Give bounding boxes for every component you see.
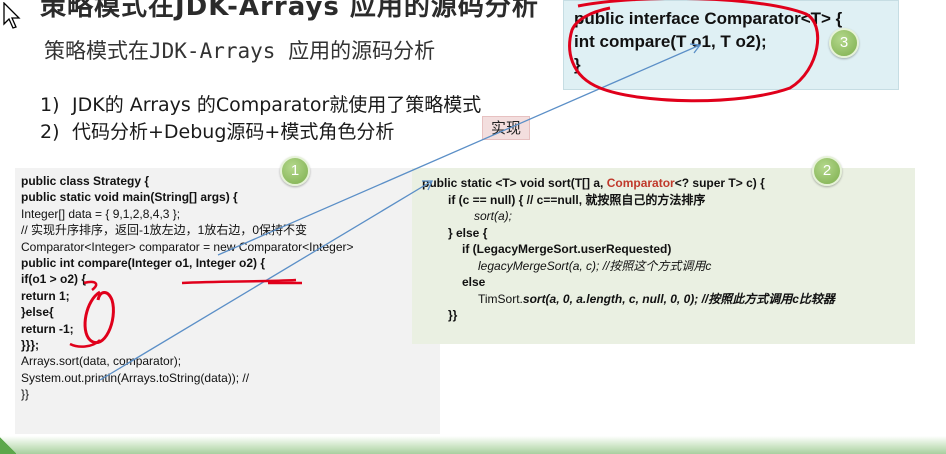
code-line: }} xyxy=(448,308,458,322)
code-line: legacyMergeSort(a, c); //按照这个方式调用c xyxy=(422,258,905,275)
slide-footer-strip xyxy=(0,436,946,454)
code-line: public class Strategy { xyxy=(21,174,150,188)
bullet-number: 2) xyxy=(40,121,60,143)
comparator-keyword: Comparator xyxy=(606,176,675,190)
bullet-item: 1) JDK的 Arrays 的Comparator就使用了策略模式 xyxy=(40,92,481,119)
code-fragment: legacyMergeSort(a, c); //按照这个方式调用c xyxy=(478,258,712,273)
code-line: } else { xyxy=(448,225,488,240)
code-line: Comparator<Integer> comparator = new Com… xyxy=(21,239,354,254)
bullet-list: 1) JDK的 Arrays 的Comparator就使用了策略模式 2) 代码分析… xyxy=(40,92,481,146)
code-line: TimSort.sort(a, 0, a.length, c, null, 0,… xyxy=(422,291,905,308)
code-line: public interface Comparator<T> { xyxy=(574,9,843,28)
cropped-slide-title: 策略模式在JDK-Arrays 应用的源码分析 xyxy=(40,0,539,22)
arrays-sort-code-panel: public static <T> void sort(T[] a, Compa… xyxy=(412,168,915,344)
code-line: return 1; xyxy=(21,288,70,303)
code-fragment: TimSort. xyxy=(478,291,523,306)
mouse-cursor-icon xyxy=(3,2,21,29)
bullet-number: 1) xyxy=(40,94,60,116)
code-line: System.out.println(Arrays.toString(data)… xyxy=(21,370,250,385)
implements-label: 实现 xyxy=(482,116,530,140)
code-line: return -1; xyxy=(21,321,74,336)
step-badge-2: 2 xyxy=(812,156,842,186)
code-fragment: sort(a); xyxy=(474,209,513,223)
bullet-text: 代码分析+Debug源码+模式角色分析 xyxy=(72,121,395,143)
code-line: if(o1 > o2) { xyxy=(21,272,87,287)
code-line: if (c == null) { // c==null, 就按照自己的方法排序 xyxy=(448,192,706,207)
code-line: // 实现升序排序，返回-1放左边，1放右边，0保持不变 xyxy=(21,223,308,238)
code-line: }} xyxy=(21,387,30,402)
code-line: }else{ xyxy=(21,305,54,320)
code-line: else xyxy=(462,275,486,289)
code-fragment: <? super T> c) { xyxy=(674,176,765,190)
slide-subtitle: 策略模式在JDK-Arrays 应用的源码分析 xyxy=(44,39,436,63)
bullet-item: 2) 代码分析+Debug源码+模式角色分析 xyxy=(40,119,481,146)
step-badge-1: 1 xyxy=(280,156,310,186)
code-line: }}}; xyxy=(21,338,40,353)
bullet-text: JDK的 Arrays 的Comparator就使用了策略模式 xyxy=(72,94,482,116)
code-fragment: public static <T> void sort(T[] a, xyxy=(422,176,607,190)
code-line: public static void main(String[] args) { xyxy=(21,190,238,205)
code-line: if (LegacyMergeSort.userRequested) xyxy=(462,242,672,256)
code-fragment: sort(a, 0, a.length, c, null, 0, 0); //按… xyxy=(522,291,835,306)
code-line: sort(a); xyxy=(422,208,905,225)
code-line: public int compare(Integer o1, Integer o… xyxy=(21,256,266,271)
step-badge-3: 3 xyxy=(829,28,859,58)
code-line: Integer[] data = { 9,1,2,8,4,3 }; xyxy=(21,206,181,221)
footer-accent-shape xyxy=(0,436,16,454)
strategy-code-panel: public class Strategy { public static vo… xyxy=(15,168,440,434)
code-line: Arrays.sort(data, comparator); xyxy=(21,354,182,369)
